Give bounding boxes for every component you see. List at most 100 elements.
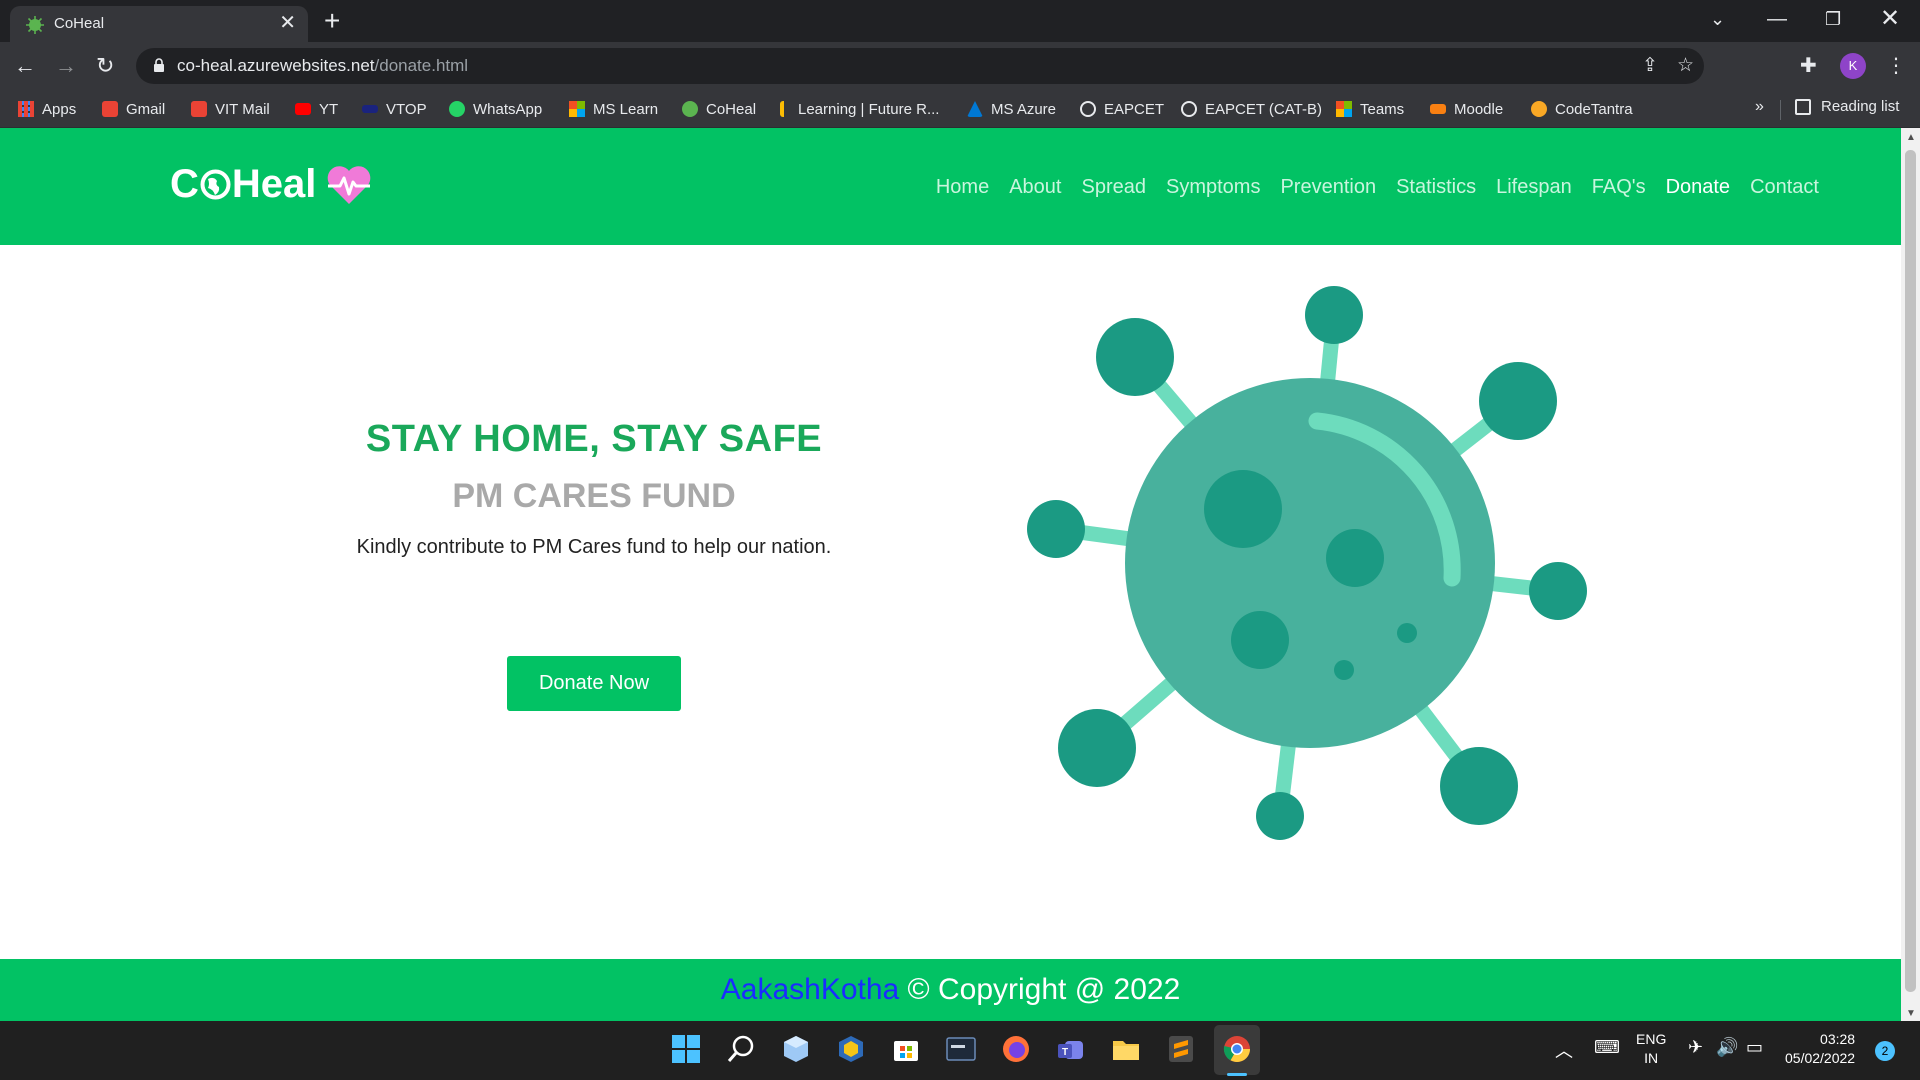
notification-badge[interactable]: 2: [1875, 1041, 1895, 1061]
profile-avatar[interactable]: K: [1840, 53, 1866, 79]
share-icon[interactable]: ⇪: [1642, 55, 1658, 77]
vtop-icon: [362, 105, 378, 113]
reading-list-button[interactable]: Reading list: [1795, 98, 1899, 115]
hero-title: STAY HOME, STAY SAFE: [365, 418, 823, 460]
extensions-puzzle-icon[interactable]: ✚: [1800, 52, 1817, 80]
bookmarks-divider: [1780, 100, 1781, 120]
heartbeat-logo-icon: [328, 165, 371, 204]
teams-icon[interactable]: T: [1055, 1033, 1087, 1065]
nav-statistics[interactable]: Statistics: [1396, 176, 1476, 199]
bookmark-learning[interactable]: Learning | Future R...: [780, 98, 939, 120]
nav-symptoms[interactable]: Symptoms: [1166, 176, 1260, 199]
firefox-icon[interactable]: [1000, 1033, 1032, 1065]
search-icon[interactable]: [725, 1033, 757, 1065]
microsoft-store-icon[interactable]: [890, 1033, 922, 1065]
virus-illustration-icon: [1027, 286, 1587, 840]
bookmark-vtop[interactable]: VTOP: [362, 98, 427, 120]
bookmark-eapcet-cat-b[interactable]: EAPCET (CAT-B): [1181, 98, 1322, 120]
bookmark-ms-learn[interactable]: MS Learn: [569, 98, 658, 120]
microsoft-icon: [569, 101, 585, 117]
site-footer: AakashKotha © Copyright @ 2022: [0, 959, 1901, 1021]
nav-lifespan[interactable]: Lifespan: [1496, 176, 1572, 199]
donate-now-button[interactable]: Donate Now: [507, 656, 681, 711]
back-arrow-icon[interactable]: ←: [14, 52, 36, 80]
bookmark-yt[interactable]: YT: [295, 98, 338, 120]
site-nav: Home About Spread Symptoms Prevention St…: [936, 176, 1819, 199]
apps-grid-icon: [18, 101, 34, 117]
page-scrollbar[interactable]: ▲ ▼: [1901, 128, 1920, 1021]
bookmark-vit-mail[interactable]: VIT Mail: [191, 98, 270, 120]
input-language-indicator[interactable]: ENG IN: [1636, 1030, 1666, 1068]
chrome-menu-kebab-icon[interactable]: ⋮: [1886, 52, 1906, 80]
close-window-icon[interactable]: ✕: [1880, 4, 1900, 34]
sublime-text-icon[interactable]: [1165, 1033, 1197, 1065]
hero-description: Kindly contribute to PM Cares fund to he…: [356, 536, 832, 558]
system-clock[interactable]: 03:28 05/02/2022: [1785, 1030, 1855, 1068]
forward-arrow-icon[interactable]: →: [55, 52, 77, 80]
new-tab-plus-icon[interactable]: +: [324, 5, 340, 37]
nav-spread[interactable]: Spread: [1081, 176, 1146, 199]
bookmark-gmail[interactable]: Gmail: [102, 98, 165, 120]
3d-cube-app-icon[interactable]: [780, 1033, 812, 1065]
battery-icon[interactable]: ▭: [1746, 1037, 1763, 1058]
footer-copyright: © Copyright @ 2022: [899, 973, 1181, 1006]
globe-icon: [1181, 101, 1197, 117]
browser-toolbar: ← → ↻ co-heal.azurewebsites.net/donate.h…: [0, 42, 1920, 90]
lock-icon[interactable]: [153, 58, 165, 72]
globe-icon: [1080, 101, 1096, 117]
coheal-logo[interactable]: C Heal: [170, 162, 373, 207]
hero-text-block: STAY HOME, STAY SAFE PM CARES FUND Kindl…: [280, 418, 908, 559]
virtualbox-icon[interactable]: [835, 1033, 867, 1065]
nav-about[interactable]: About: [1009, 176, 1061, 199]
bookmark-ms-azure[interactable]: MS Azure: [967, 98, 1056, 120]
nav-donate[interactable]: Donate: [1666, 176, 1731, 199]
bookmark-whatsapp[interactable]: WhatsApp: [449, 98, 542, 120]
bookmark-coheal[interactable]: CoHeal: [682, 98, 756, 120]
reload-icon[interactable]: ↻: [96, 52, 114, 80]
bookmark-star-icon[interactable]: ☆: [1677, 55, 1694, 77]
learning-icon: [780, 101, 790, 117]
active-app-indicator: [1227, 1073, 1247, 1076]
nav-contact[interactable]: Contact: [1750, 176, 1819, 199]
microsoft-icon: [1336, 101, 1352, 117]
tab-search-chevron-icon[interactable]: ⌄: [1710, 4, 1725, 34]
gmail-icon: [102, 101, 118, 117]
volume-icon[interactable]: 🔊: [1716, 1037, 1738, 1058]
azure-icon: [967, 101, 983, 117]
browser-tab[interactable]: CoHeal ✕: [10, 6, 308, 42]
bookmark-eapcet[interactable]: EAPCET: [1080, 98, 1164, 120]
airplane-mode-icon[interactable]: ✈: [1688, 1037, 1703, 1058]
bookmark-teams[interactable]: Teams: [1336, 98, 1404, 120]
address-bar[interactable]: co-heal.azurewebsites.net/donate.html ⇪ …: [136, 48, 1704, 84]
url-text[interactable]: co-heal.azurewebsites.net/donate.html: [177, 56, 468, 76]
file-explorer-icon[interactable]: [1110, 1033, 1142, 1065]
touch-keyboard-icon[interactable]: ⌨: [1594, 1037, 1620, 1058]
nav-home[interactable]: Home: [936, 176, 989, 199]
footer-author-link[interactable]: AakashKotha: [721, 973, 899, 1006]
chrome-icon[interactable]: [1221, 1033, 1253, 1065]
nav-prevention[interactable]: Prevention: [1280, 176, 1376, 199]
whatsapp-icon: [449, 101, 465, 117]
minimize-window-icon[interactable]: —: [1767, 4, 1787, 34]
close-tab-icon[interactable]: ✕: [279, 11, 296, 35]
restore-window-icon[interactable]: ❐: [1825, 4, 1841, 34]
more-bookmarks-chevron-icon[interactable]: »: [1755, 98, 1764, 116]
bookmark-apps[interactable]: Apps: [18, 98, 76, 120]
svg-text:T: T: [1062, 1047, 1068, 1058]
bookmark-moodle[interactable]: Moodle: [1430, 98, 1503, 120]
mysql-terminal-icon[interactable]: [945, 1033, 977, 1065]
scroll-up-arrow-icon[interactable]: ▲: [1906, 132, 1916, 143]
scroll-down-arrow-icon[interactable]: ▼: [1906, 1008, 1916, 1019]
bookmark-codetantra[interactable]: CodeTantra: [1531, 98, 1633, 120]
site-header: C Heal Home About Spread Symptoms Preven…: [0, 128, 1901, 245]
globe-logo-icon: [200, 169, 231, 200]
virus-favicon-icon: [26, 16, 44, 34]
reading-list-icon: [1795, 98, 1811, 115]
coheal-icon: [682, 101, 698, 117]
nav-faqs[interactable]: FAQ's: [1592, 176, 1646, 199]
show-hidden-icons-chevron-icon[interactable]: ︿: [1555, 1037, 1573, 1063]
logo-text-c: C: [170, 162, 199, 206]
scrollbar-thumb[interactable]: [1905, 150, 1916, 992]
browser-tab-strip: CoHeal ✕ + ⌄ — ❐ ✕: [0, 0, 1920, 42]
windows-start-icon[interactable]: [670, 1033, 702, 1065]
